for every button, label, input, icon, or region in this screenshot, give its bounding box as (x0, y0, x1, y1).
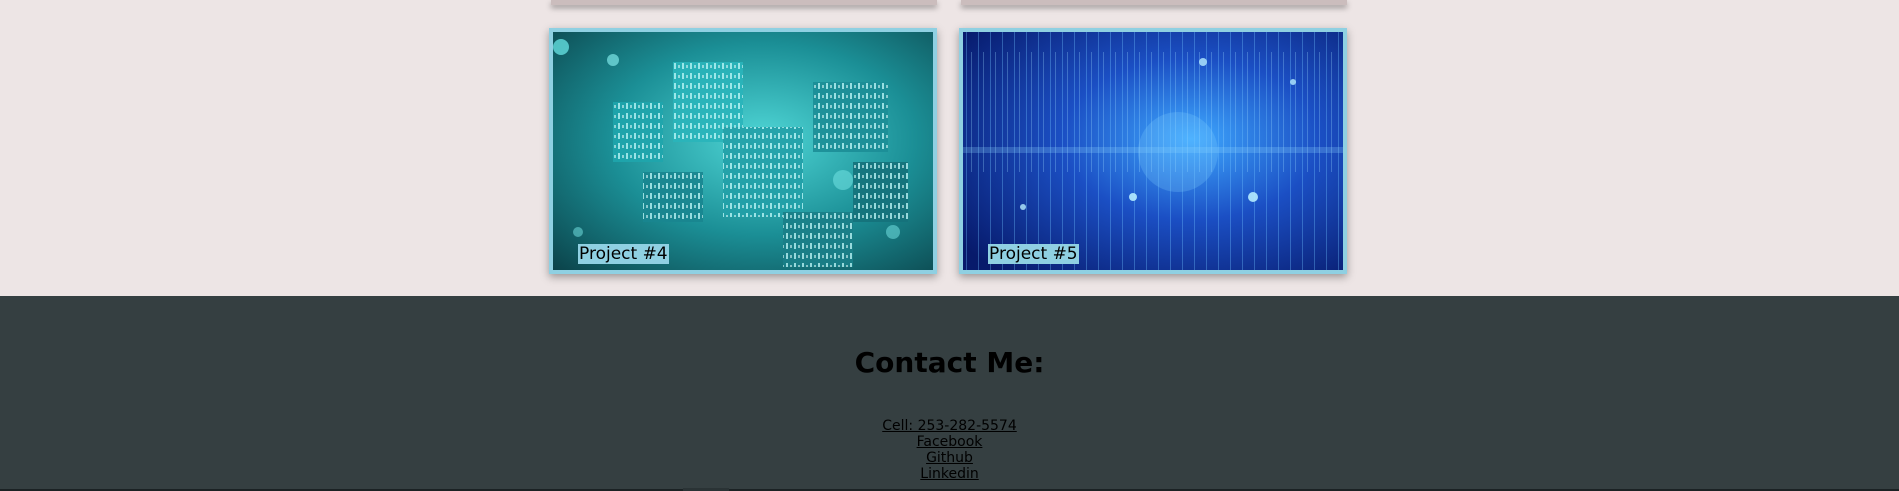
previous-row-card-edge-right (961, 0, 1347, 5)
contact-link-github[interactable]: Github (926, 450, 973, 466)
contact-link-cell[interactable]: Cell: 253-282-5574 (882, 418, 1017, 434)
contact-title: Contact Me: (854, 346, 1045, 379)
contact-footer: Contact Me: Cell: 253-282-5574 Facebook … (0, 296, 1899, 491)
project-card-4[interactable]: Project #4 (549, 28, 937, 274)
project-5-label: Project #5 (988, 244, 1079, 264)
contact-link-facebook[interactable]: Facebook (917, 434, 983, 450)
contact-links: Cell: 253-282-5574 Facebook Github Linke… (0, 418, 1899, 482)
project-5-image (963, 32, 1343, 270)
project-4-label: Project #4 (578, 244, 669, 264)
project-card-5[interactable]: Project #5 (959, 28, 1347, 274)
contact-link-linkedin[interactable]: Linkedin (920, 466, 978, 482)
project-4-image (553, 32, 933, 270)
previous-row-card-edge-left (551, 0, 937, 5)
